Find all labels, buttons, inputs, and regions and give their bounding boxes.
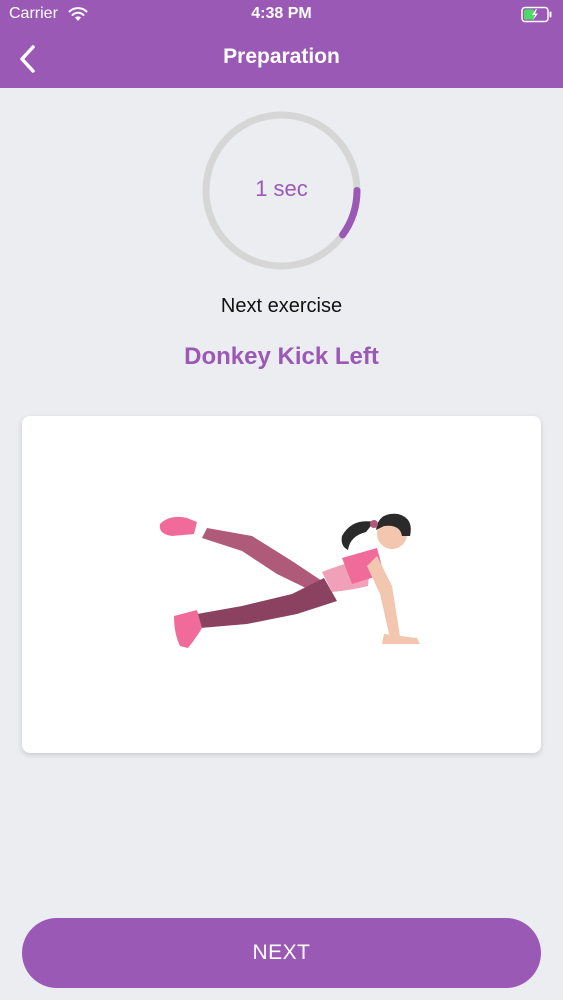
countdown-text: 1 sec [255, 176, 308, 201]
status-bar: Carrier 4:38 PM [0, 0, 563, 30]
exercise-card [22, 416, 541, 753]
exercise-name: Donkey Kick Left [184, 343, 379, 370]
status-time: 4:38 PM [251, 5, 312, 22]
nav-bar: Preparation [0, 30, 563, 88]
next-exercise-label: Next exercise [220, 295, 343, 317]
page-title: Preparation [223, 45, 340, 68]
next-button[interactable]: NEXT [22, 918, 541, 988]
battery-charging-icon [521, 6, 552, 23]
next-button-label: NEXT [252, 941, 311, 964]
donkey-kick-illustration [159, 513, 420, 648]
